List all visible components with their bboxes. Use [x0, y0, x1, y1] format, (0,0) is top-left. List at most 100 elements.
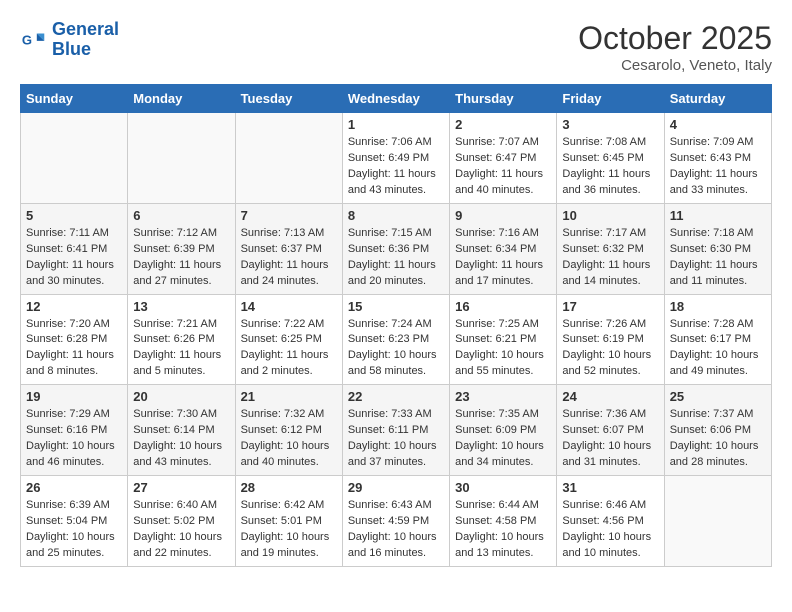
calendar-cell: [128, 113, 235, 204]
day-number: 8: [348, 208, 444, 223]
day-number: 20: [133, 389, 229, 404]
col-header-sunday: Sunday: [21, 85, 128, 113]
calendar-cell: 20 Sunrise: 7:30 AM Sunset: 6:14 PM Dayli…: [128, 385, 235, 476]
day-number: 28: [241, 480, 337, 495]
day-number: 10: [562, 208, 658, 223]
calendar-cell: 16 Sunrise: 7:25 AM Sunset: 6:21 PM Dayli…: [450, 294, 557, 385]
logo-line1: General: [52, 19, 119, 39]
day-info: Sunrise: 7:29 AM Sunset: 6:16 PM Dayligh…: [26, 407, 122, 471]
logo-text: General Blue: [52, 20, 119, 60]
week-row-5: 26 Sunrise: 6:39 AM Sunset: 5:04 PM Dayli…: [21, 476, 772, 567]
day-info: Sunrise: 6:42 AM Sunset: 5:01 PM Dayligh…: [241, 498, 337, 562]
calendar-cell: 27 Sunrise: 6:40 AM Sunset: 5:02 PM Dayli…: [128, 476, 235, 567]
day-info: Sunrise: 7:13 AM Sunset: 6:37 PM Dayligh…: [241, 226, 337, 290]
calendar-cell: 10 Sunrise: 7:17 AM Sunset: 6:32 PM Dayli…: [557, 203, 664, 294]
col-header-monday: Monday: [128, 85, 235, 113]
calendar-cell: 14 Sunrise: 7:22 AM Sunset: 6:25 PM Dayli…: [235, 294, 342, 385]
day-info: Sunrise: 6:43 AM Sunset: 4:59 PM Dayligh…: [348, 498, 444, 562]
day-number: 1: [348, 117, 444, 132]
location-subtitle: Cesarolo, Veneto, Italy: [578, 57, 772, 74]
day-info: Sunrise: 7:35 AM Sunset: 6:09 PM Dayligh…: [455, 407, 551, 471]
day-number: 19: [26, 389, 122, 404]
day-number: 23: [455, 389, 551, 404]
day-info: Sunrise: 7:18 AM Sunset: 6:30 PM Dayligh…: [670, 226, 766, 290]
month-title: October 2025: [578, 20, 772, 57]
day-info: Sunrise: 7:08 AM Sunset: 6:45 PM Dayligh…: [562, 135, 658, 199]
page-header: G General Blue October 2025 Cesarolo, Ve…: [20, 20, 772, 74]
day-number: 27: [133, 480, 229, 495]
calendar-cell: 26 Sunrise: 6:39 AM Sunset: 5:04 PM Dayli…: [21, 476, 128, 567]
calendar-cell: 13 Sunrise: 7:21 AM Sunset: 6:26 PM Dayli…: [128, 294, 235, 385]
day-info: Sunrise: 7:28 AM Sunset: 6:17 PM Dayligh…: [670, 317, 766, 381]
calendar-cell: 18 Sunrise: 7:28 AM Sunset: 6:17 PM Dayli…: [664, 294, 771, 385]
logo-line2: Blue: [52, 39, 91, 59]
day-info: Sunrise: 7:20 AM Sunset: 6:28 PM Dayligh…: [26, 317, 122, 381]
day-number: 13: [133, 299, 229, 314]
day-info: Sunrise: 7:22 AM Sunset: 6:25 PM Dayligh…: [241, 317, 337, 381]
calendar-cell: 21 Sunrise: 7:32 AM Sunset: 6:12 PM Dayli…: [235, 385, 342, 476]
day-info: Sunrise: 7:36 AM Sunset: 6:07 PM Dayligh…: [562, 407, 658, 471]
calendar-cell: 7 Sunrise: 7:13 AM Sunset: 6:37 PM Daylig…: [235, 203, 342, 294]
day-info: Sunrise: 7:17 AM Sunset: 6:32 PM Dayligh…: [562, 226, 658, 290]
day-number: 2: [455, 117, 551, 132]
day-info: Sunrise: 7:32 AM Sunset: 6:12 PM Dayligh…: [241, 407, 337, 471]
day-number: 17: [562, 299, 658, 314]
day-info: Sunrise: 7:26 AM Sunset: 6:19 PM Dayligh…: [562, 317, 658, 381]
day-info: Sunrise: 7:06 AM Sunset: 6:49 PM Dayligh…: [348, 135, 444, 199]
week-row-2: 5 Sunrise: 7:11 AM Sunset: 6:41 PM Daylig…: [21, 203, 772, 294]
day-info: Sunrise: 7:25 AM Sunset: 6:21 PM Dayligh…: [455, 317, 551, 381]
day-info: Sunrise: 7:30 AM Sunset: 6:14 PM Dayligh…: [133, 407, 229, 471]
day-info: Sunrise: 7:11 AM Sunset: 6:41 PM Dayligh…: [26, 226, 122, 290]
day-number: 30: [455, 480, 551, 495]
day-number: 11: [670, 208, 766, 223]
day-number: 3: [562, 117, 658, 132]
day-info: Sunrise: 7:16 AM Sunset: 6:34 PM Dayligh…: [455, 226, 551, 290]
calendar-cell: 30 Sunrise: 6:44 AM Sunset: 4:58 PM Dayli…: [450, 476, 557, 567]
calendar-cell: [21, 113, 128, 204]
logo: G General Blue: [20, 20, 119, 60]
week-row-3: 12 Sunrise: 7:20 AM Sunset: 6:28 PM Dayli…: [21, 294, 772, 385]
calendar-cell: 12 Sunrise: 7:20 AM Sunset: 6:28 PM Dayli…: [21, 294, 128, 385]
day-info: Sunrise: 7:21 AM Sunset: 6:26 PM Dayligh…: [133, 317, 229, 381]
calendar-cell: [664, 476, 771, 567]
calendar-cell: 29 Sunrise: 6:43 AM Sunset: 4:59 PM Dayli…: [342, 476, 449, 567]
day-number: 9: [455, 208, 551, 223]
day-number: 18: [670, 299, 766, 314]
calendar-cell: 24 Sunrise: 7:36 AM Sunset: 6:07 PM Dayli…: [557, 385, 664, 476]
col-header-tuesday: Tuesday: [235, 85, 342, 113]
day-number: 7: [241, 208, 337, 223]
calendar-cell: 5 Sunrise: 7:11 AM Sunset: 6:41 PM Daylig…: [21, 203, 128, 294]
day-number: 25: [670, 389, 766, 404]
day-info: Sunrise: 6:44 AM Sunset: 4:58 PM Dayligh…: [455, 498, 551, 562]
col-header-saturday: Saturday: [664, 85, 771, 113]
day-info: Sunrise: 7:24 AM Sunset: 6:23 PM Dayligh…: [348, 317, 444, 381]
day-number: 16: [455, 299, 551, 314]
day-info: Sunrise: 7:12 AM Sunset: 6:39 PM Dayligh…: [133, 226, 229, 290]
title-block: October 2025 Cesarolo, Veneto, Italy: [578, 20, 772, 74]
calendar-cell: 8Sunrise: 7:15 AM Sunset: 6:36 PM Daylig…: [342, 203, 449, 294]
day-number: 15: [348, 299, 444, 314]
day-number: 26: [26, 480, 122, 495]
calendar-cell: 11 Sunrise: 7:18 AM Sunset: 6:30 PM Dayli…: [664, 203, 771, 294]
calendar-cell: [235, 113, 342, 204]
calendar-cell: 6Sunrise: 7:12 AM Sunset: 6:39 PM Daylig…: [128, 203, 235, 294]
day-number: 5: [26, 208, 122, 223]
week-row-4: 19 Sunrise: 7:29 AM Sunset: 6:16 PM Dayli…: [21, 385, 772, 476]
logo-icon: G: [20, 26, 48, 54]
day-info: Sunrise: 6:39 AM Sunset: 5:04 PM Dayligh…: [26, 498, 122, 562]
day-number: 29: [348, 480, 444, 495]
day-number: 31: [562, 480, 658, 495]
calendar-cell: 28 Sunrise: 6:42 AM Sunset: 5:01 PM Dayli…: [235, 476, 342, 567]
col-header-thursday: Thursday: [450, 85, 557, 113]
svg-text:G: G: [22, 32, 32, 47]
day-number: 21: [241, 389, 337, 404]
day-number: 12: [26, 299, 122, 314]
day-info: Sunrise: 7:09 AM Sunset: 6:43 PM Dayligh…: [670, 135, 766, 199]
calendar-table: SundayMondayTuesdayWednesdayThursdayFrid…: [20, 84, 772, 567]
day-info: Sunrise: 7:07 AM Sunset: 6:47 PM Dayligh…: [455, 135, 551, 199]
calendar-cell: 15 Sunrise: 7:24 AM Sunset: 6:23 PM Dayli…: [342, 294, 449, 385]
day-number: 14: [241, 299, 337, 314]
calendar-cell: 3 Sunrise: 7:08 AM Sunset: 6:45 PM Daylig…: [557, 113, 664, 204]
day-number: 24: [562, 389, 658, 404]
day-info: Sunrise: 6:40 AM Sunset: 5:02 PM Dayligh…: [133, 498, 229, 562]
